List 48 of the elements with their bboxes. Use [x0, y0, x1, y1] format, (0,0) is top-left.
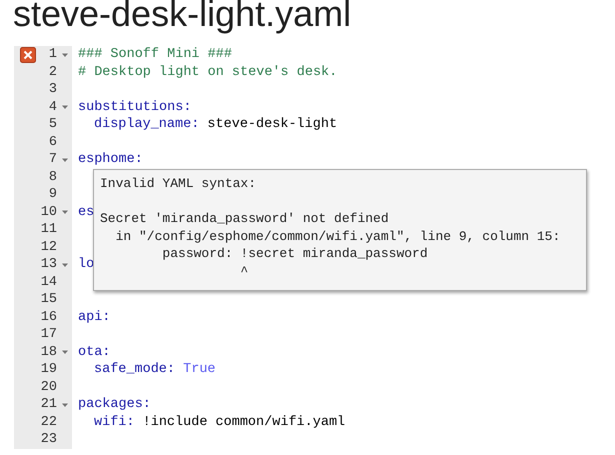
code-line: packages:	[77, 396, 151, 414]
error-message-line: ^	[239, 262, 250, 280]
line-number: 5	[48, 116, 57, 134]
code-line: substitutions:	[77, 98, 192, 116]
line-number: 3	[48, 81, 57, 98]
fold-arrow-icon[interactable]	[61, 260, 69, 269]
error-message-line: Secret 'miranda_password' not defined	[100, 210, 390, 228]
line-number: 11	[40, 221, 57, 238]
line-number: 18	[40, 344, 57, 361]
line-number: 2	[48, 64, 57, 81]
error-message-line: in "/config/esphome/common/wifi.yaml", line 9, column 15:	[114, 228, 562, 245]
fold-arrow-icon[interactable]	[61, 400, 69, 409]
code-line: ota:	[77, 344, 110, 361]
line-number: 13	[40, 256, 57, 274]
line-number: 8	[48, 168, 57, 186]
line-number: 9	[48, 186, 57, 204]
line-number: 15	[40, 291, 57, 308]
line-number: 19	[40, 361, 57, 378]
code-line: safe_mode: True	[93, 361, 216, 378]
line-number: 16	[40, 308, 57, 326]
fold-arrow-icon[interactable]	[61, 50, 69, 59]
line-number: 21	[40, 396, 57, 414]
line-number: 23	[40, 431, 57, 448]
file-title: steve-desk-light.yaml	[12, 0, 352, 34]
fold-arrow-icon[interactable]	[61, 348, 69, 356]
line-number: 7	[48, 151, 57, 168]
fold-arrow-icon[interactable]	[61, 208, 69, 216]
fold-arrow-icon[interactable]	[61, 103, 69, 112]
code-line: esphome:	[77, 151, 143, 168]
code-line: es	[77, 204, 94, 221]
line-number: 22	[40, 414, 57, 431]
code-line: display_name: steve-desk-light	[93, 116, 338, 134]
line-number: 17	[40, 326, 57, 344]
code-line: wifi: !include common/wifi.yaml	[93, 414, 346, 431]
error-message-line: password: !secret miranda_password	[161, 245, 429, 262]
line-number: 12	[40, 238, 57, 256]
line-number: 1	[48, 46, 57, 64]
fold-arrow-icon[interactable]	[61, 156, 69, 164]
code-line: ### Sonoff Mini ###	[77, 46, 232, 64]
code-line: # Desktop light on steve's desk.	[77, 64, 338, 81]
line-number: 4	[48, 98, 57, 116]
error-heading: Invalid YAML syntax:	[100, 175, 258, 192]
line-number: 20	[40, 378, 57, 396]
line-number: 10	[40, 204, 57, 221]
line-number: 14	[40, 274, 57, 291]
line-number: 6	[48, 134, 57, 151]
code-line: lo	[77, 256, 94, 274]
code-line: api:	[77, 308, 110, 326]
